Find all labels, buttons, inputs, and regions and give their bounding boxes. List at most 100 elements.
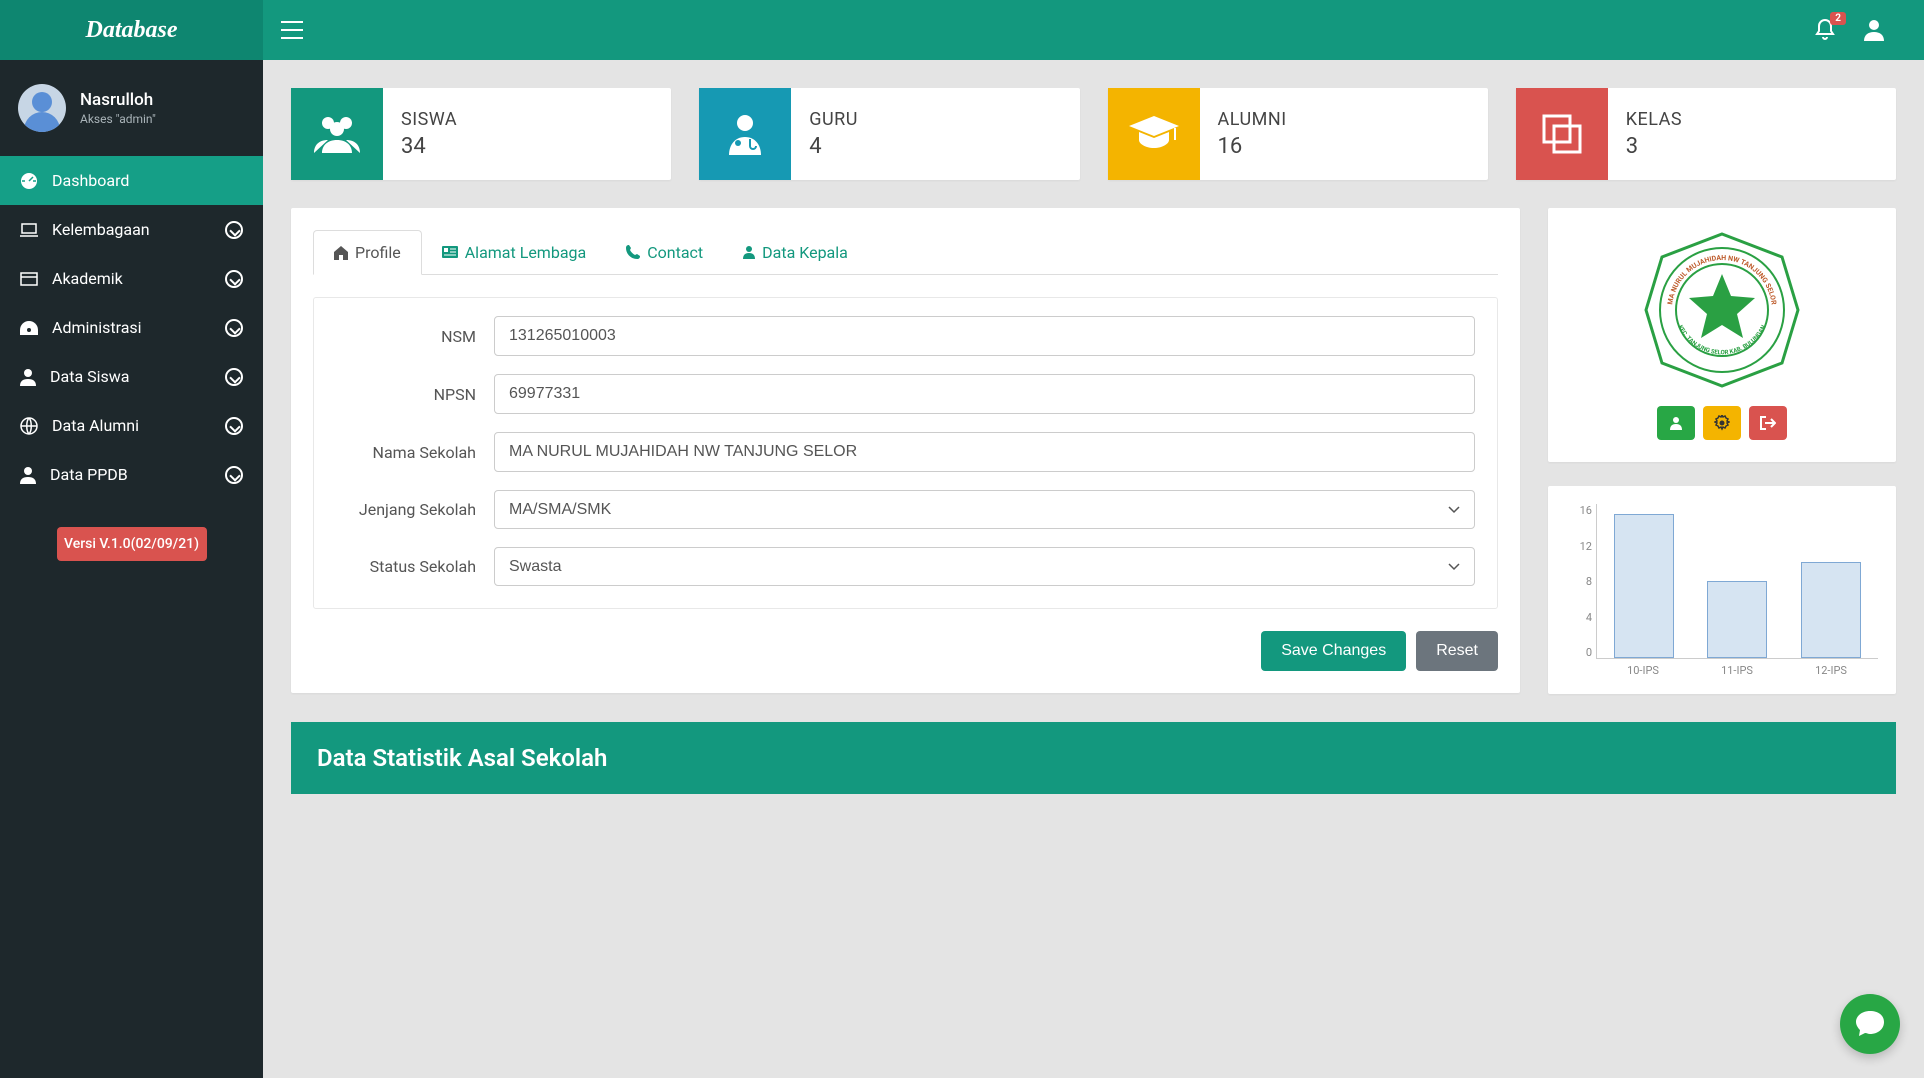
- chevron-down-icon: [225, 319, 243, 337]
- user-role: Akses "admin": [80, 112, 156, 126]
- tab-label: Profile: [355, 243, 401, 262]
- nsm-label: NSM: [336, 327, 476, 346]
- gauge-icon: [20, 321, 38, 335]
- nsm-input[interactable]: [494, 316, 1475, 356]
- chart-bar: [1614, 514, 1674, 658]
- chat-fab[interactable]: [1840, 994, 1900, 1054]
- sidebar-item-label: Data Siswa: [50, 367, 211, 386]
- tab-label: Contact: [647, 243, 703, 262]
- user-icon: [20, 466, 36, 484]
- chevron-down-icon: [225, 221, 243, 239]
- tabs: Profile Alamat Lembaga Contact Data Kepa…: [313, 230, 1498, 275]
- globe-icon: [20, 417, 38, 435]
- sidebar-item-data-alumni[interactable]: Data Alumni: [0, 401, 263, 450]
- stat-card-alumni[interactable]: ALUMNI 16: [1108, 88, 1488, 180]
- chevron-down-icon: [225, 270, 243, 288]
- tab-data-kepala[interactable]: Data Kepala: [723, 230, 868, 274]
- npsn-label: NPSN: [336, 385, 476, 404]
- sidebar-item-label: Data Alumni: [52, 416, 211, 435]
- chevron-down-icon: [225, 417, 243, 435]
- nama-label: Nama Sekolah: [336, 443, 476, 462]
- stat-value: 34: [401, 134, 457, 159]
- stat-title: GURU: [809, 109, 858, 130]
- home-icon: [334, 246, 348, 260]
- address-icon: [442, 246, 458, 258]
- chat-icon: [1856, 1011, 1884, 1037]
- brand-logo[interactable]: Database: [0, 0, 263, 60]
- notifications-button[interactable]: 2: [1814, 18, 1836, 42]
- stat-header: Data Statistik Asal Sekolah: [291, 722, 1896, 794]
- status-select[interactable]: Swasta: [494, 547, 1475, 586]
- sidebar-item-label: Akademik: [52, 269, 211, 288]
- tab-profile[interactable]: Profile: [313, 230, 422, 275]
- chevron-down-icon: [225, 368, 243, 386]
- laptop-icon: [20, 223, 38, 237]
- logo-user-button[interactable]: [1657, 406, 1695, 440]
- logo-logout-button[interactable]: [1749, 406, 1787, 440]
- stat-value: 16: [1218, 134, 1287, 159]
- reset-button[interactable]: Reset: [1416, 631, 1498, 671]
- tab-label: Data Kepala: [762, 243, 848, 262]
- sidebar-item-label: Data PPDB: [50, 465, 211, 484]
- version-badge: Versi V.1.0(02/09/21): [57, 527, 207, 561]
- notification-badge: 2: [1830, 12, 1846, 25]
- user-icon: [20, 368, 36, 386]
- sidebar-item-kelembagaan[interactable]: Kelembagaan: [0, 205, 263, 254]
- sidebar: Nasrulloh Akses "admin" Dashboard Kelemb…: [0, 60, 263, 1078]
- user-menu[interactable]: [1864, 19, 1884, 41]
- chart-bar: [1801, 562, 1861, 658]
- tab-alamat[interactable]: Alamat Lembaga: [422, 230, 606, 274]
- jenjang-label: Jenjang Sekolah: [336, 500, 476, 519]
- gear-icon: [1714, 415, 1730, 431]
- main-content: SISWA 34 GURU 4 ALUMNI 16 KELAS 3: [263, 60, 1924, 822]
- nama-sekolah-input[interactable]: [494, 432, 1475, 472]
- user-icon: [743, 245, 755, 259]
- sidebar-item-label: Administrasi: [52, 318, 211, 337]
- card-icon: [20, 272, 38, 286]
- chevron-down-icon: [225, 466, 243, 484]
- jenjang-select[interactable]: MA/SMA/SMK: [494, 490, 1475, 529]
- logo-panel: MA NURUL MUJAHIDAH NW TANJUNG SELOR KEC.…: [1548, 208, 1896, 462]
- sidebar-item-akademik[interactable]: Akademik: [0, 254, 263, 303]
- signin-icon: [1760, 416, 1776, 430]
- dashboard-icon: [20, 172, 38, 190]
- save-button[interactable]: Save Changes: [1261, 631, 1406, 671]
- stat-card-siswa[interactable]: SISWA 34: [291, 88, 671, 180]
- menu-icon: [281, 21, 303, 39]
- stat-value: 4: [809, 134, 858, 159]
- stat-card-kelas[interactable]: KELAS 3: [1516, 88, 1896, 180]
- tab-contact[interactable]: Contact: [606, 230, 723, 274]
- sidebar-user: Nasrulloh Akses "admin": [0, 60, 263, 156]
- avatar: [18, 84, 66, 132]
- school-logo: MA NURUL MUJAHIDAH NW TANJUNG SELOR KEC.…: [1642, 230, 1802, 390]
- sidebar-item-data-siswa[interactable]: Data Siswa: [0, 352, 263, 401]
- sidebar-item-data-ppdb[interactable]: Data PPDB: [0, 450, 263, 499]
- graduation-icon: [1108, 88, 1200, 180]
- topbar: Database 2: [0, 0, 1924, 60]
- tab-label: Alamat Lembaga: [465, 243, 586, 262]
- status-label: Status Sekolah: [336, 557, 476, 576]
- sidebar-item-administrasi[interactable]: Administrasi: [0, 303, 263, 352]
- logo-settings-button[interactable]: [1703, 406, 1741, 440]
- user-icon: [1670, 416, 1682, 430]
- doctor-icon: [699, 88, 791, 180]
- copy-icon: [1516, 88, 1608, 180]
- stat-title: KELAS: [1626, 109, 1682, 130]
- stat-card-guru[interactable]: GURU 4: [699, 88, 1079, 180]
- npsn-input[interactable]: [494, 374, 1475, 414]
- svg-text:KEC. TANJUNG SELOR KAB. BULUNG: KEC. TANJUNG SELOR KAB. BULUNGAN: [1677, 324, 1768, 356]
- phone-icon: [626, 245, 640, 259]
- profile-panel: Profile Alamat Lembaga Contact Data Kepa…: [291, 208, 1520, 693]
- stat-value: 3: [1626, 134, 1682, 159]
- chart-bar: [1707, 581, 1767, 658]
- sidebar-item-dashboard[interactable]: Dashboard: [0, 156, 263, 205]
- stat-title: ALUMNI: [1218, 109, 1287, 130]
- user-icon: [1864, 19, 1884, 41]
- user-name: Nasrulloh: [80, 90, 156, 110]
- chart-panel: 161284010-IPS11-IPS12-IPS: [1548, 486, 1896, 694]
- sidebar-item-label: Dashboard: [52, 171, 243, 190]
- sidebar-toggle[interactable]: [263, 21, 321, 39]
- sidebar-item-label: Kelembagaan: [52, 220, 211, 239]
- stat-title: SISWA: [401, 109, 457, 130]
- users-icon: [291, 88, 383, 180]
